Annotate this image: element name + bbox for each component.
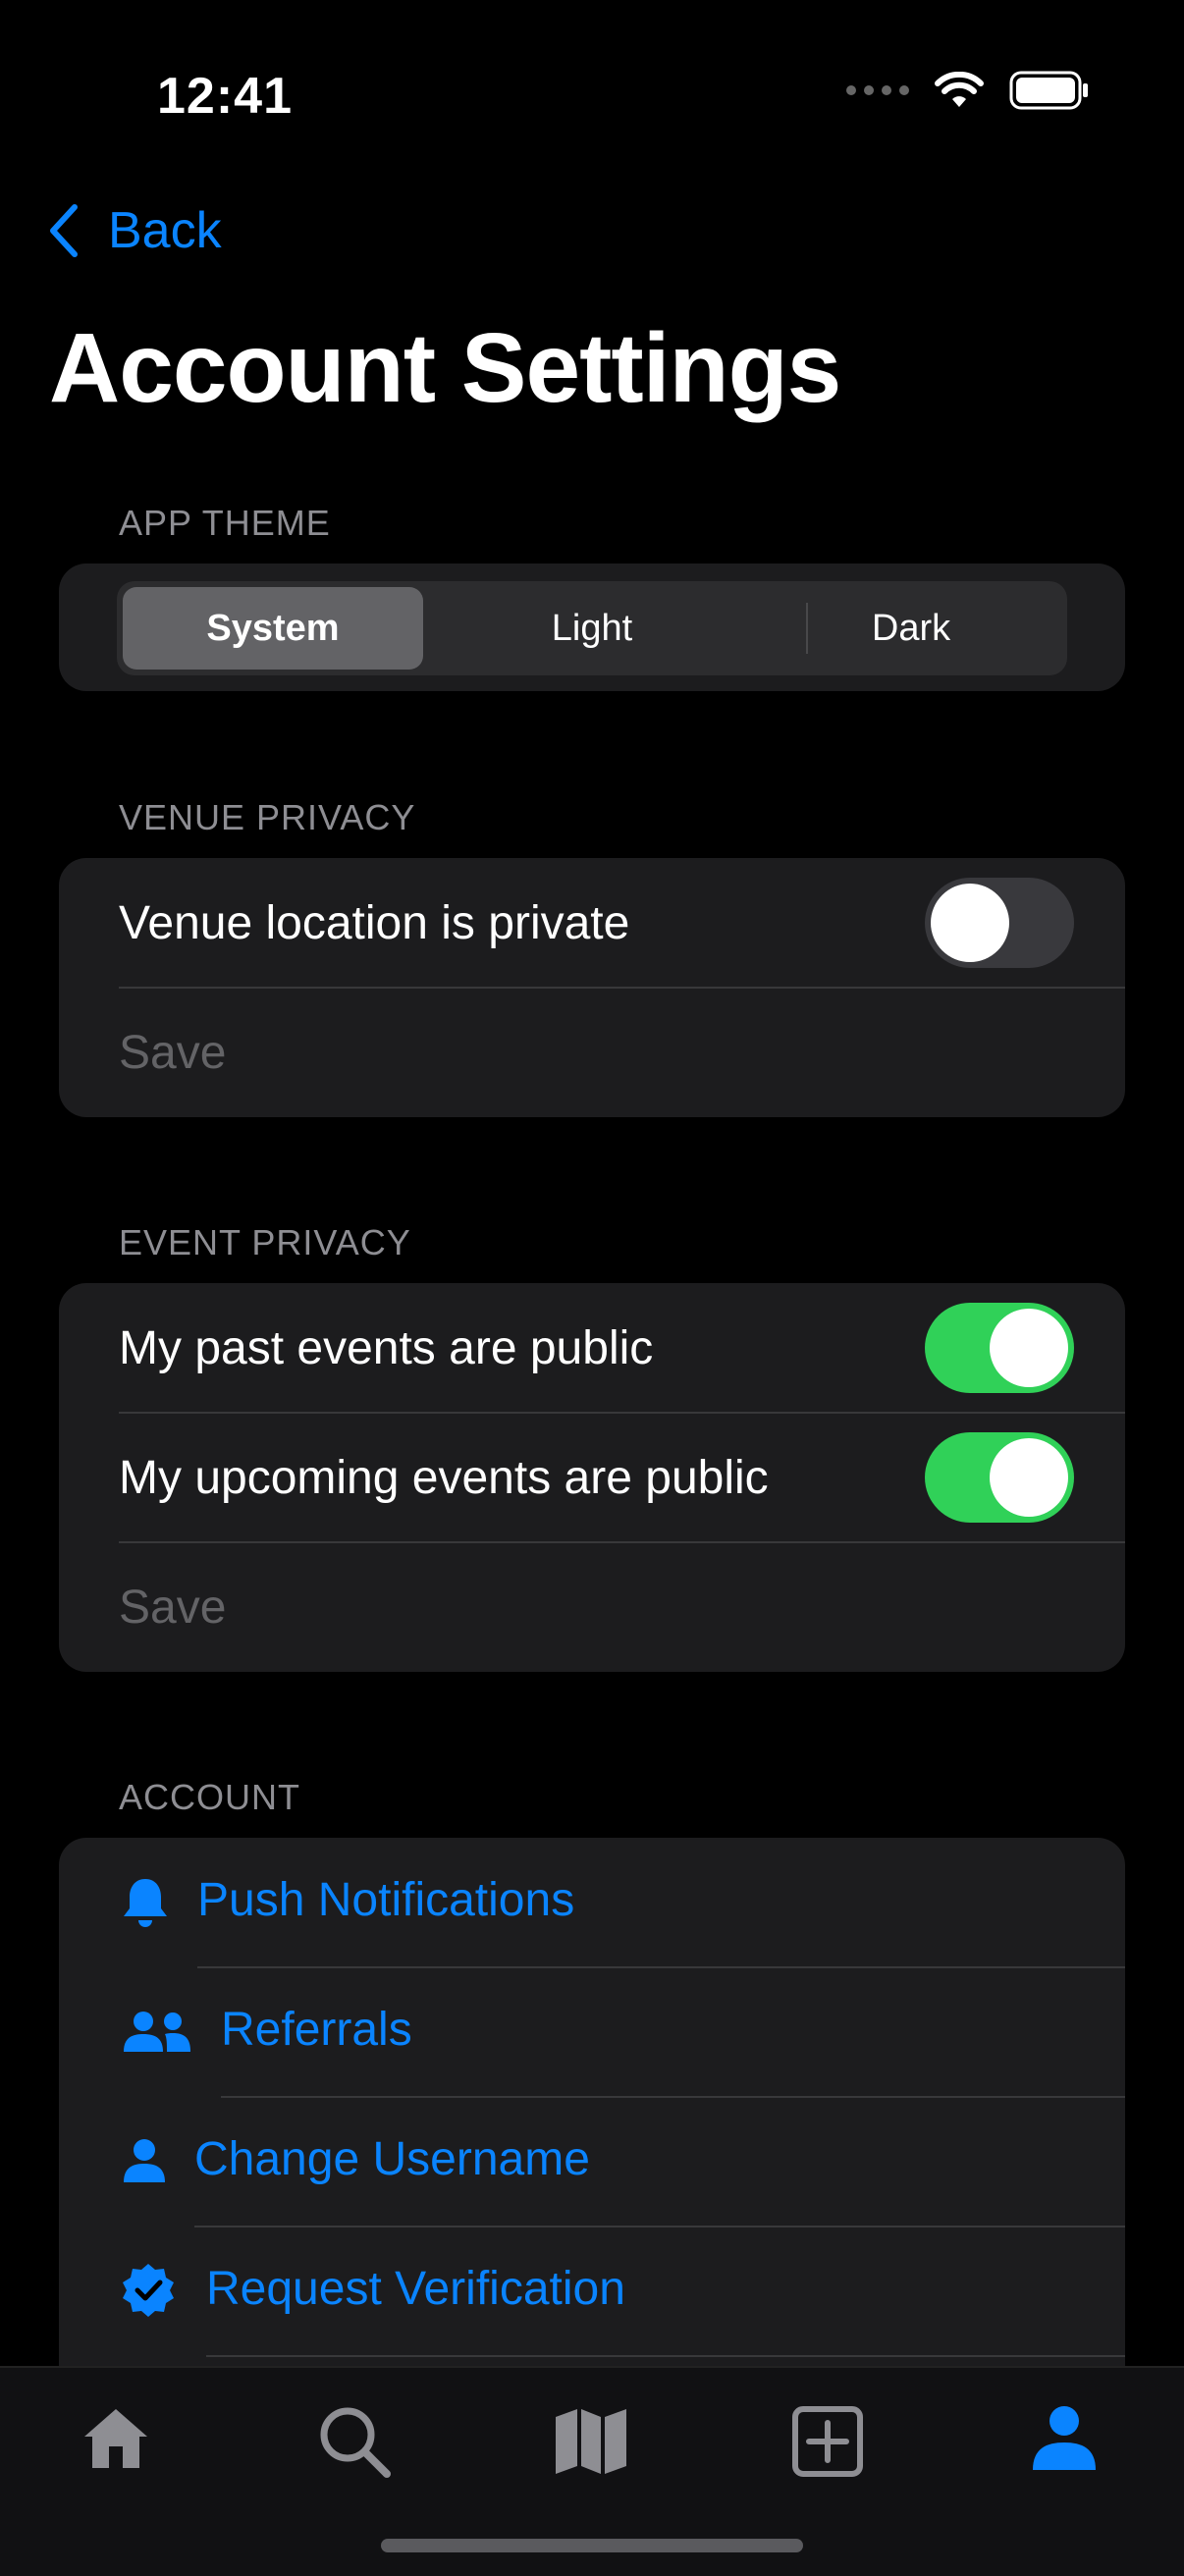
past-events-toggle[interactable] [925,1303,1074,1393]
row-separator [206,2355,1125,2357]
verified-badge-icon [123,2264,174,2317]
section-label-event-privacy: EVENT PRIVACY [119,1222,411,1262]
theme-segmented-control: System Light Dark [117,581,1067,675]
event-save-button[interactable]: Save [119,1581,226,1635]
toggle-knob [990,1438,1068,1517]
venue-private-row: Venue location is private [59,858,1125,988]
people-icon [124,2012,190,2052]
battery-icon [1009,71,1088,110]
push-notifications-row[interactable]: Push Notifications [59,1838,1125,1967]
venue-save-row[interactable]: Save [59,988,1125,1117]
request-verification-label: Request Verification [206,2263,625,2315]
venue-private-label: Venue location is private [119,896,630,949]
referrals-row[interactable]: Referrals [59,1967,1125,2097]
status-time: 12:41 [157,68,293,125]
venue-save-button[interactable]: Save [119,1026,226,1080]
toggle-knob [931,884,1009,962]
account-card: Push Notifications Referrals Change User… [59,1838,1125,2427]
section-label-account: ACCOUNT [119,1777,300,1817]
map-icon[interactable] [554,2407,628,2476]
app-theme-card: System Light Dark [59,564,1125,691]
add-square-icon[interactable] [791,2405,864,2478]
theme-option-system[interactable]: System [123,587,423,670]
change-username-row[interactable]: Change Username [59,2097,1125,2227]
past-events-label: My past events are public [119,1321,654,1374]
event-save-row[interactable]: Save [59,1542,1125,1672]
past-events-row: My past events are public [59,1283,1125,1413]
event-privacy-card: My past events are public My upcoming ev… [59,1283,1125,1672]
person-icon [124,2139,165,2182]
venue-privacy-card: Venue location is private Save [59,858,1125,1117]
search-icon[interactable] [316,2403,393,2480]
theme-option-dark[interactable]: Dark [761,587,1061,670]
back-label: Back [108,202,222,259]
referrals-label: Referrals [221,2004,412,2056]
section-label-app-theme: APP THEME [119,503,331,543]
section-label-venue-privacy: VENUE PRIVACY [119,797,416,837]
status-indicators [846,71,1090,110]
upcoming-events-row: My upcoming events are public [59,1413,1125,1542]
upcoming-events-toggle[interactable] [925,1432,1074,1523]
upcoming-events-label: My upcoming events are public [119,1451,769,1504]
wifi-icon [935,72,984,107]
request-verification-row[interactable]: Request Verification [59,2227,1125,2356]
theme-option-light[interactable]: Light [442,587,742,670]
change-username-label: Change Username [194,2133,590,2185]
page-title: Account Settings [49,313,841,423]
toggle-knob [990,1309,1068,1387]
cellular-dots-icon [846,85,909,95]
back-button[interactable]: Back [47,201,222,260]
push-notifications-label: Push Notifications [197,1874,575,1926]
bell-icon [124,1879,167,1927]
home-icon[interactable] [81,2405,151,2472]
home-indicator [381,2539,803,2552]
profile-icon[interactable] [1031,2405,1098,2472]
venue-private-toggle[interactable] [925,878,1074,968]
chevron-left-icon [50,204,78,257]
